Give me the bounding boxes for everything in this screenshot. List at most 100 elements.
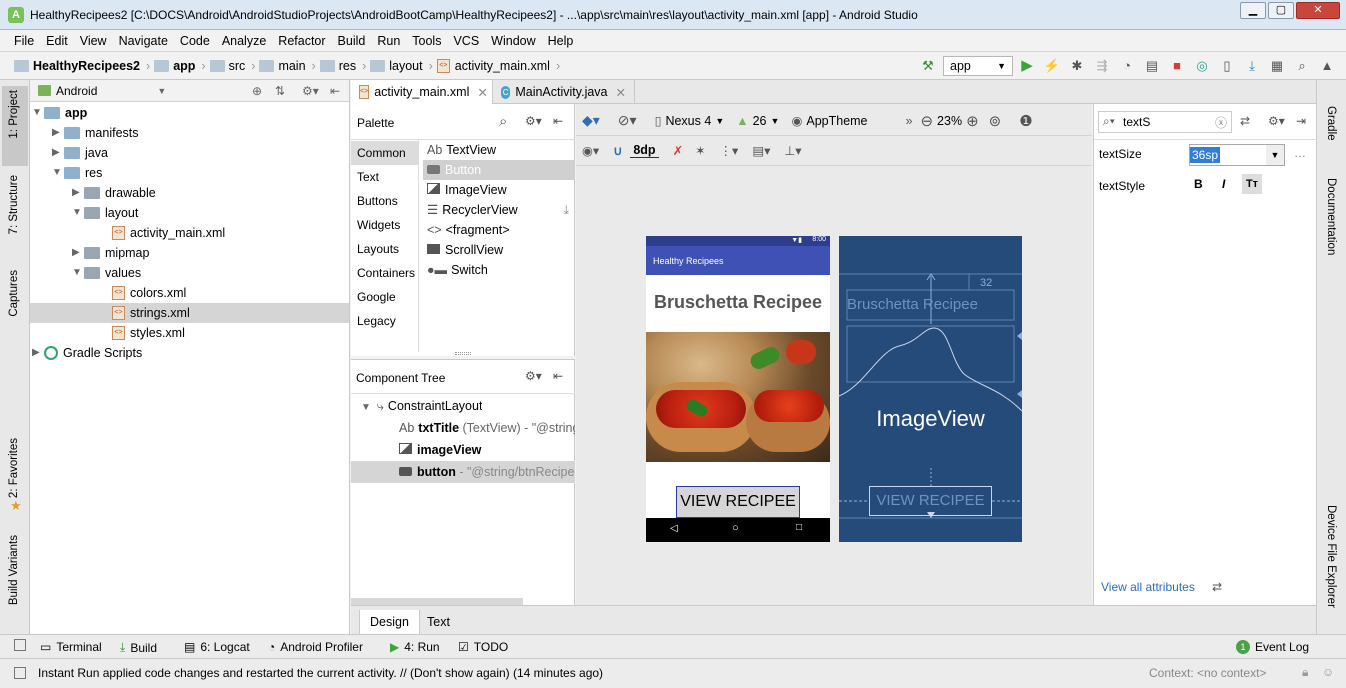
menu-help[interactable]: Help (548, 34, 574, 48)
device-select[interactable]: Nexus 4 (665, 114, 711, 128)
toggle-tool-windows-icon[interactable] (14, 639, 26, 651)
zoom-fit-icon[interactable]: ⊚ (989, 112, 1002, 130)
all-caps-icon[interactable]: Tт (1242, 174, 1262, 194)
scroll-from-source-icon[interactable]: ⊕ (252, 84, 262, 98)
tab-design[interactable]: Design (359, 610, 420, 635)
view-recipe-button[interactable]: VIEW RECIPEE (676, 486, 800, 518)
more-icon[interactable]: … (1294, 146, 1306, 160)
download-icon[interactable]: ⤓ (563, 200, 569, 220)
menu-navigate[interactable]: Navigate (119, 34, 168, 48)
avd-manager-icon[interactable]: ▯ (1216, 56, 1238, 76)
align-icon[interactable]: ▤▾ (752, 143, 770, 158)
default-margin-select[interactable]: 8dp (630, 143, 659, 158)
gear-icon[interactable]: ⚙▾ (1268, 114, 1285, 128)
tree-item-java[interactable]: ▶ java (52, 143, 108, 163)
run-icon[interactable]: ▶ (1016, 56, 1038, 76)
tree-item-layout[interactable]: ▼ layout (72, 203, 138, 223)
close-tab-icon[interactable]: ✕ (477, 85, 487, 100)
palette-category-layouts[interactable]: Layouts (351, 237, 419, 261)
menu-window[interactable]: Window (491, 34, 535, 48)
palette-category-widgets[interactable]: Widgets (351, 213, 419, 237)
palette-item-button[interactable]: Button (423, 160, 575, 180)
tab-text[interactable]: Text (417, 610, 460, 635)
tab-activity-main[interactable]: <> activity_main.xml ✕ (351, 80, 493, 104)
tool-android-profiler[interactable]: ◔ Android Profiler (268, 640, 363, 654)
tool-build[interactable]: ⤓ Build (120, 640, 157, 655)
recents-icon[interactable]: □ (796, 522, 802, 533)
chevron-down-icon[interactable]: ▼ (72, 203, 84, 223)
more-icon[interactable]: » (906, 114, 913, 128)
search-icon[interactable]: ⌕ (499, 113, 507, 130)
swap-view-icon[interactable]: ⇄ (1212, 580, 1222, 594)
tree-item-app[interactable]: ▼ app (32, 103, 87, 123)
chevron-right-icon[interactable]: ▶ (72, 183, 84, 203)
guidelines-icon[interactable]: ⊥▾ (784, 143, 801, 158)
menu-view[interactable]: View (80, 34, 107, 48)
gear-icon[interactable]: ⚙▾ (302, 84, 319, 98)
search-everywhere-icon[interactable]: ⌕ (1291, 56, 1313, 76)
project-view-select[interactable]: Android (56, 84, 97, 98)
breadcrumb-src[interactable]: src › (209, 59, 255, 73)
gradle-tool-tab[interactable]: Gradle (1325, 106, 1337, 141)
apply-changes-icon[interactable]: ⚡ (1041, 56, 1063, 76)
chevron-right-icon[interactable]: ▶ (52, 143, 64, 163)
clear-constraints-icon[interactable]: ✗ (673, 143, 683, 158)
maximize-button[interactable]: ▢ (1268, 2, 1294, 19)
favorites-tool-tab[interactable]: 2: Favorites (8, 438, 20, 498)
tree-item-drawable[interactable]: ▶ drawable (72, 183, 156, 203)
tree-button[interactable]: button - "@string/btnRecipee (351, 461, 575, 483)
home-icon[interactable]: ○ (732, 522, 739, 534)
chevron-down-icon[interactable]: ▼ (72, 263, 84, 283)
autoconnect-magnet-icon[interactable]: ∪ (613, 143, 622, 158)
menu-run[interactable]: Run (377, 34, 400, 48)
tree-item-strings[interactable]: <> strings.xml (30, 303, 349, 323)
menu-edit[interactable]: Edit (46, 34, 68, 48)
project-structure-icon[interactable]: ▦ (1266, 56, 1288, 76)
palette-category-common[interactable]: Common (351, 141, 419, 165)
clear-search-icon[interactable]: ⓧ (1215, 114, 1227, 131)
breadcrumb-res[interactable]: res › (319, 59, 366, 73)
palette-item-scrollview[interactable]: ScrollView (423, 240, 575, 260)
chevron-down-icon[interactable]: ▼ (1266, 145, 1284, 165)
chevron-down-icon[interactable]: ▼ (32, 103, 44, 123)
tool-run[interactable]: ▶ 4: Run (390, 640, 440, 654)
tree-txt-title[interactable]: Ab txtTitle (TextView) - "@string (399, 417, 575, 439)
tree-item-manifests[interactable]: ▶ manifests (52, 123, 139, 143)
tree-item-res[interactable]: ▼ res (52, 163, 102, 183)
textsize-value[interactable]: 36sp (1190, 147, 1221, 163)
swap-view-icon[interactable]: ⇄ (1240, 114, 1250, 128)
lock-icon[interactable]: 🔒︎ (1302, 665, 1308, 680)
palette-item-textview[interactable]: Ab TextView (423, 140, 575, 160)
tree-item-gradle-scripts[interactable]: ▶ Gradle Scripts (32, 343, 142, 363)
tool-todo[interactable]: ☑ TODO (458, 640, 508, 654)
tree-image-view[interactable]: imageView (399, 439, 575, 461)
chevron-down-icon[interactable]: ▼ (52, 163, 64, 183)
close-button[interactable]: ✕ (1296, 2, 1340, 19)
textsize-combo[interactable]: 36sp ▼ (1189, 144, 1285, 166)
status-message[interactable]: Instant Run applied code changes and res… (38, 666, 603, 680)
layers-icon[interactable]: ◆▾ (582, 112, 600, 129)
pack-icon[interactable]: ⋮▾ (720, 143, 739, 158)
minimize-button[interactable]: ▁ (1240, 2, 1266, 19)
zoom-in-icon[interactable]: ⊕ (966, 112, 979, 130)
tree-item-activity-main[interactable]: <> activity_main.xml (112, 223, 225, 243)
chevron-right-icon[interactable]: ▶ (32, 343, 44, 363)
documentation-tool-tab[interactable]: Documentation (1325, 178, 1337, 255)
gear-icon[interactable]: ⚙▾ (525, 114, 542, 128)
stop-icon[interactable]: ■ (1166, 56, 1188, 76)
tool-terminal[interactable]: ▭ Terminal (40, 640, 102, 654)
breadcrumb-layout[interactable]: layout › (370, 59, 433, 73)
palette-item-fragment[interactable]: <> <fragment> (423, 220, 575, 240)
hide-panel-icon[interactable]: ⇤ (330, 84, 340, 98)
structure-tool-tab[interactable]: 7: Structure (8, 175, 20, 234)
tree-item-styles[interactable]: <> styles.xml (112, 323, 185, 343)
warning-icon[interactable]: ❶ (1019, 112, 1032, 130)
api-select[interactable]: 26 (753, 114, 767, 128)
attach-debugger-icon[interactable]: ⇶ (1091, 56, 1113, 76)
orientation-icon[interactable]: ⊘▾ (618, 112, 637, 129)
hide-panel-icon[interactable]: ⇤ (553, 114, 563, 128)
palette-category-text[interactable]: Text (351, 165, 419, 189)
tree-constraint-layout[interactable]: ▼ ⤷ ConstraintLayout (361, 395, 482, 417)
menu-build[interactable]: Build (338, 34, 366, 48)
menu-analyze[interactable]: Analyze (222, 34, 266, 48)
